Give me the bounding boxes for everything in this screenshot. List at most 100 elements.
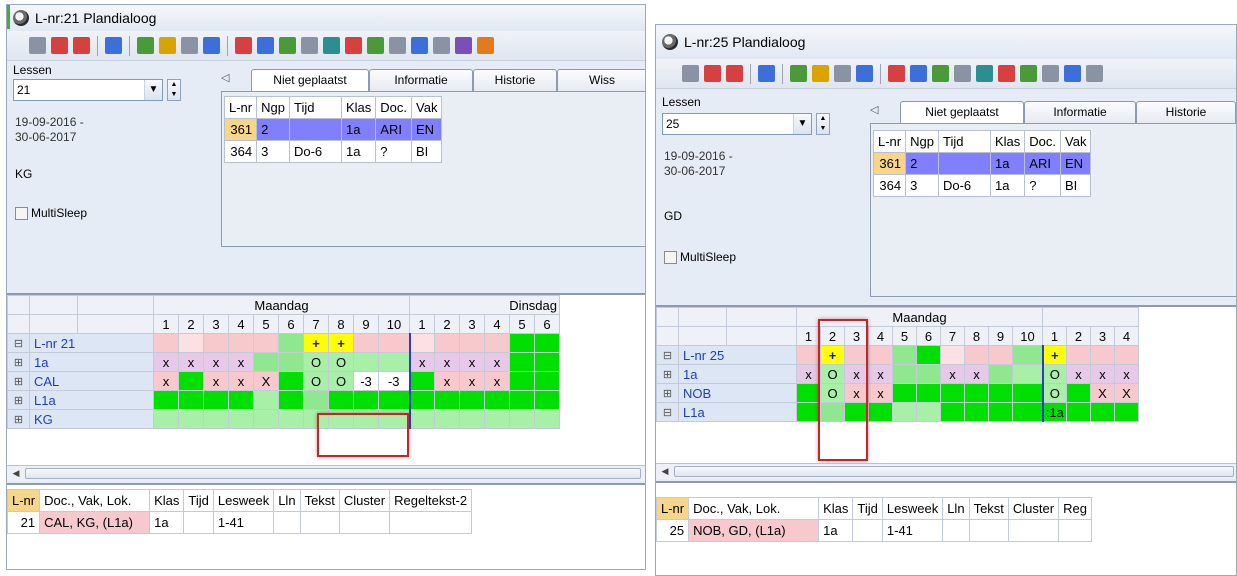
slot-cell[interactable]: [1090, 402, 1115, 422]
cell[interactable]: 1a: [818, 519, 854, 542]
expand-toggle-icon[interactable]: ⊞: [656, 364, 679, 384]
cell[interactable]: 2: [256, 118, 290, 141]
slot-cell[interactable]: x: [459, 352, 485, 372]
slot-cell[interactable]: [940, 345, 965, 365]
swap-icon[interactable]: [834, 65, 851, 82]
slot-cell[interactable]: x: [408, 352, 435, 372]
slot-cell[interactable]: [1012, 383, 1043, 403]
timetable-row[interactable]: ⊞ KG: [7, 409, 560, 429]
slot-cell[interactable]: x: [459, 371, 485, 391]
tab-historie[interactable]: Historie: [473, 69, 557, 91]
slot-cell[interactable]: x: [484, 352, 510, 372]
expand-toggle-icon[interactable]: ⊞: [7, 371, 30, 391]
slot-cell[interactable]: [434, 390, 460, 410]
filter-icon[interactable]: [257, 37, 274, 54]
cell[interactable]: ARI: [375, 118, 413, 141]
slot-cell[interactable]: [509, 390, 535, 410]
cell[interactable]: [273, 511, 301, 534]
lesson-combo[interactable]: 25 ▼: [662, 113, 812, 135]
slot-cell[interactable]: [509, 409, 535, 429]
slot-cell[interactable]: O: [303, 371, 329, 391]
cell[interactable]: [937, 152, 991, 175]
slot-cell[interactable]: [988, 402, 1013, 422]
table-row[interactable]: 361 2 1a ARI EN: [872, 152, 1092, 175]
slot-cell[interactable]: [378, 333, 410, 353]
search-icon[interactable]: [888, 65, 905, 82]
slot-cell[interactable]: x: [1114, 364, 1139, 384]
timetable-row[interactable]: ⊞ 1a x x x x O Ox x x x: [7, 352, 560, 372]
slot-cell[interactable]: [868, 402, 893, 422]
print-icon[interactable]: [29, 37, 46, 54]
cell[interactable]: NOB, GD, (L1a): [688, 519, 820, 542]
clock-icon[interactable]: [301, 37, 318, 54]
slot-cell[interactable]: x: [203, 371, 229, 391]
scroll-thumb[interactable]: [674, 466, 1234, 477]
slot-cell[interactable]: [228, 333, 254, 353]
slot-cell[interactable]: x: [964, 364, 989, 384]
slot-cell[interactable]: [278, 409, 304, 429]
table-row[interactable]: 364 3 Do-6 1a ? BI: [223, 140, 443, 163]
slot-cell[interactable]: x: [228, 371, 254, 391]
filter-icon[interactable]: [910, 65, 927, 82]
slot-cell[interactable]: [278, 390, 304, 410]
slot-cell[interactable]: [796, 345, 821, 365]
calculator-icon[interactable]: [1086, 65, 1103, 82]
slot-cell[interactable]: x: [940, 364, 965, 384]
cell[interactable]: EN: [411, 118, 443, 141]
cell[interactable]: BI: [1060, 174, 1092, 197]
slot-cell[interactable]: x: [434, 371, 460, 391]
tab-historie[interactable]: Historie: [1136, 101, 1236, 123]
slot-cell[interactable]: [178, 371, 204, 391]
lesson-spinner[interactable]: ▲ ▼: [816, 113, 830, 135]
slot-cell[interactable]: [484, 333, 510, 353]
cell[interactable]: [942, 519, 970, 542]
cell[interactable]: BI: [411, 140, 443, 163]
lock-icon[interactable]: [812, 65, 829, 82]
slot-cell[interactable]: x: [868, 364, 893, 384]
slot-cell[interactable]: [1066, 402, 1091, 422]
import-icon[interactable]: [105, 37, 122, 54]
slot-cell[interactable]: [509, 371, 535, 391]
expand-toggle-icon[interactable]: ⊞: [7, 352, 30, 372]
tab-niet-geplaatst[interactable]: Niet geplaatst: [251, 69, 369, 92]
slot-cell[interactable]: :1a: [1041, 402, 1067, 422]
tab-scroll-left-icon[interactable]: ◁: [870, 103, 884, 123]
slot-cell[interactable]: [1012, 402, 1043, 422]
slot-cell[interactable]: [892, 364, 917, 384]
expand-toggle-icon[interactable]: ⊞: [656, 383, 679, 403]
horizontal-scrollbar[interactable]: ◀: [7, 465, 645, 481]
slot-cell[interactable]: [303, 390, 329, 410]
copy-icon[interactable]: [932, 65, 949, 82]
slot-cell[interactable]: [408, 333, 435, 353]
slot-cell[interactable]: [253, 333, 279, 353]
chevron-down-icon[interactable]: ▼: [793, 114, 811, 134]
slot-cell[interactable]: [253, 409, 279, 429]
slot-cell[interactable]: [353, 390, 379, 410]
cell[interactable]: [1007, 519, 1060, 542]
slot-cell[interactable]: [153, 333, 179, 353]
clock-icon[interactable]: [954, 65, 971, 82]
slot-cell[interactable]: [534, 371, 560, 391]
slot-cell[interactable]: [484, 390, 510, 410]
slot-cell[interactable]: [434, 409, 460, 429]
slot-cell[interactable]: O: [328, 371, 354, 391]
cell[interactable]: 1-41: [881, 519, 944, 542]
timetable-row[interactable]: ⊟ L-nr 25 + +: [656, 345, 1139, 365]
slot-cell[interactable]: [253, 352, 279, 372]
slot-cell[interactable]: [278, 333, 304, 353]
cell[interactable]: 1-41: [212, 511, 275, 534]
slot-cell[interactable]: x: [153, 371, 179, 391]
slot-cell[interactable]: O: [1041, 364, 1067, 384]
table-row[interactable]: 361 2 1a ARI EN: [223, 118, 443, 141]
slot-cell[interactable]: [916, 383, 941, 403]
slot-cell[interactable]: x: [1090, 364, 1115, 384]
slot-cell[interactable]: x: [178, 352, 204, 372]
slot-cell[interactable]: x: [1066, 364, 1091, 384]
slot-cell[interactable]: [178, 333, 204, 353]
delete-icon[interactable]: [345, 37, 362, 54]
slot-cell[interactable]: [459, 333, 485, 353]
tab-scroll-left-icon[interactable]: ◁: [221, 71, 235, 91]
slot-cell[interactable]: [534, 352, 560, 372]
slot-cell[interactable]: [228, 390, 254, 410]
scroll-left-icon[interactable]: ◀: [658, 465, 672, 478]
